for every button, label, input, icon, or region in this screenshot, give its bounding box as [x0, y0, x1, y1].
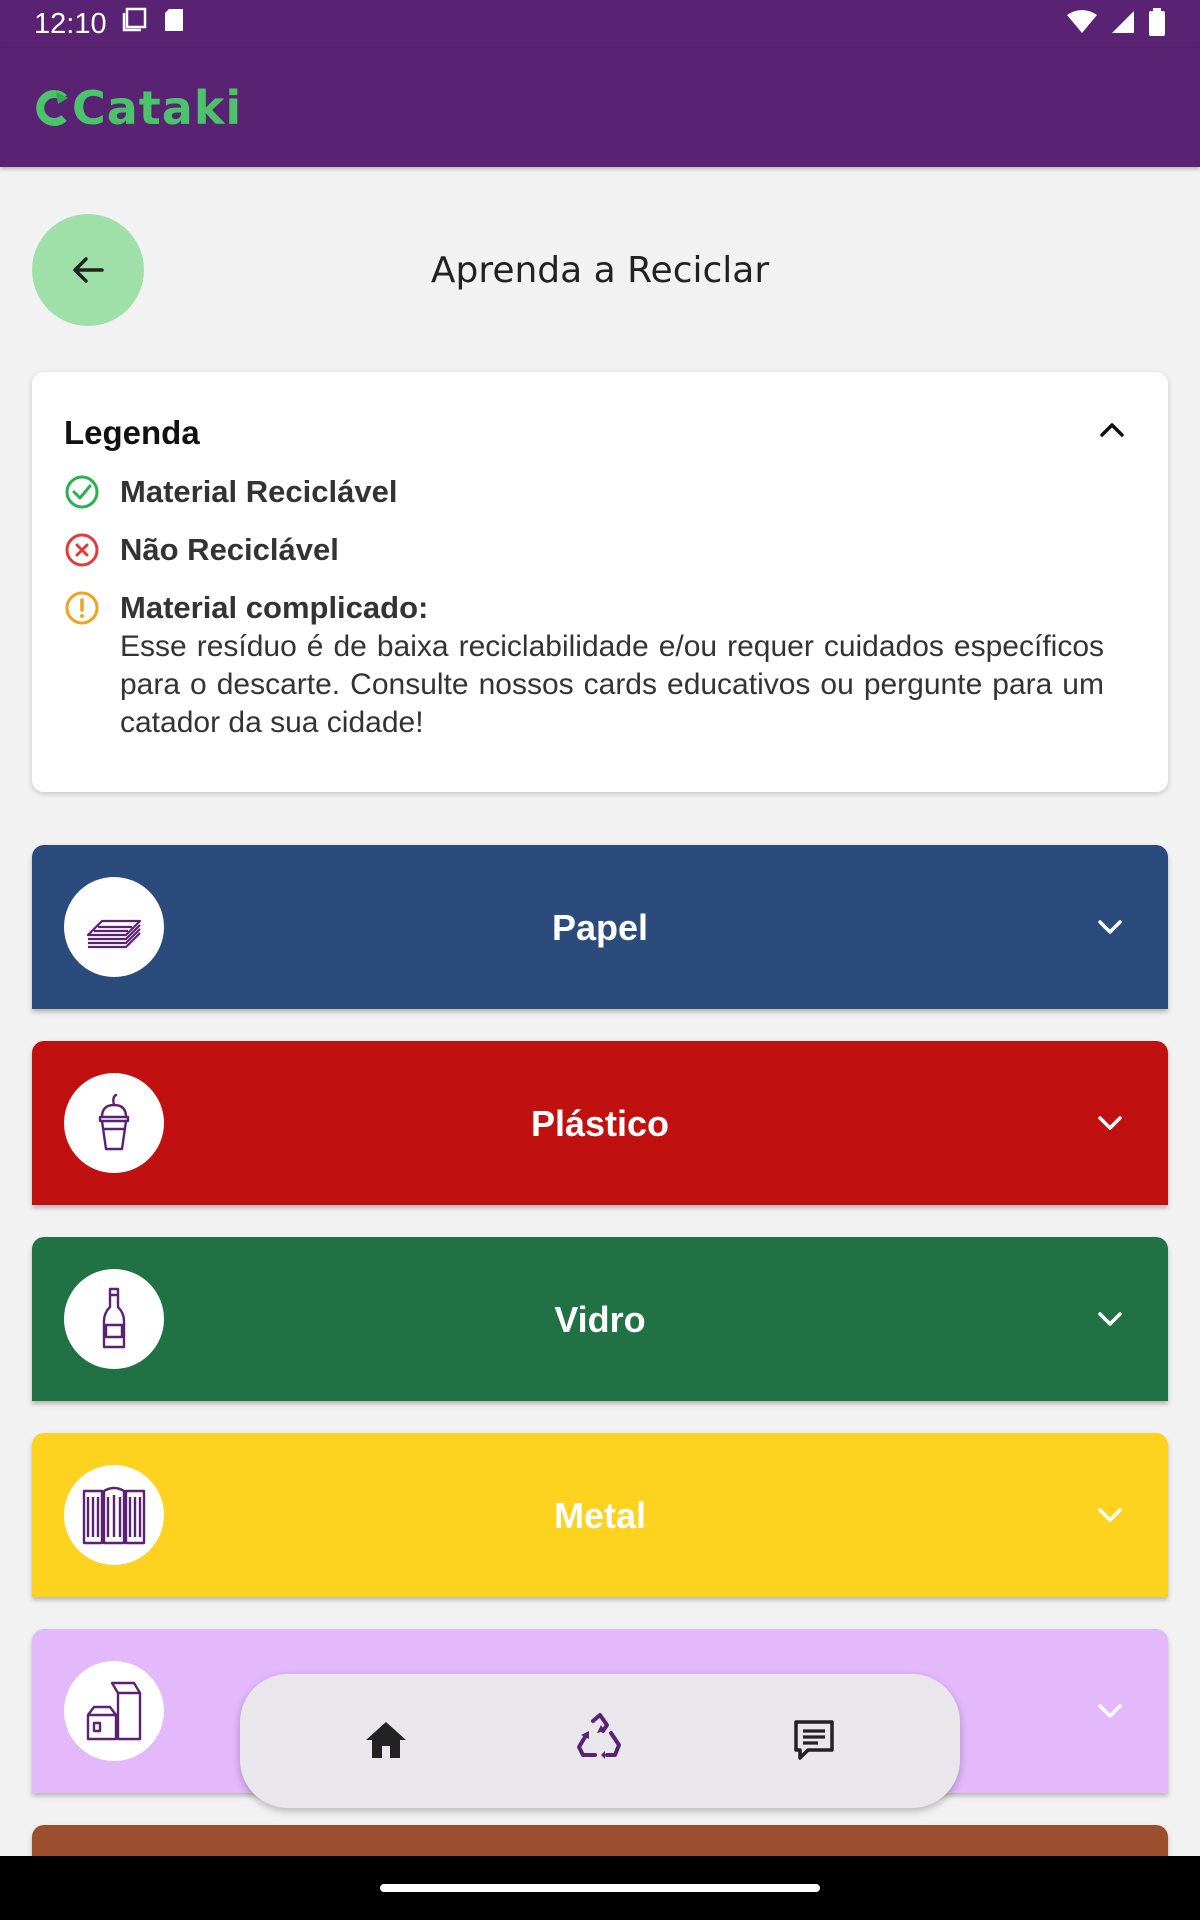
category-label: Metal [553, 1495, 647, 1536]
legend-label: Material Reciclável [120, 474, 398, 509]
legend-item-recyclable: Material Reciclável [64, 474, 397, 510]
signal-icon [1110, 9, 1136, 40]
chevron-down-icon [1098, 1508, 1122, 1522]
app-logo-text: Cataki [72, 80, 243, 135]
recycle-icon [577, 1713, 621, 1759]
chevron-down-icon [1098, 1116, 1122, 1130]
chat-icon [794, 1720, 834, 1760]
chevron-down-icon [1098, 1312, 1122, 1326]
system-navigation-bar [0, 1856, 1200, 1920]
category-vidro[interactable]: Vidro [32, 1237, 1168, 1401]
legend-item-complicated: Material complicado: [64, 590, 428, 626]
legend-card: Legenda Material Reciclável Não Recicláv… [32, 372, 1168, 792]
category-papel[interactable]: Papel [32, 845, 1168, 1009]
category-metal[interactable]: Metal [32, 1433, 1168, 1597]
bottom-navigation [240, 1674, 960, 1808]
nav-recycle-button[interactable] [570, 1710, 630, 1770]
chevron-up-icon [1100, 423, 1124, 437]
wifi-icon [1066, 9, 1098, 40]
home-icon [366, 1722, 406, 1758]
legend-label: Não Reciclável [120, 532, 339, 567]
app-bar: Cataki [0, 48, 1200, 167]
alert-circle-icon [65, 591, 99, 625]
chevron-down-icon [1098, 920, 1122, 934]
nav-chat-button[interactable] [784, 1710, 844, 1770]
legend-title: Legenda [64, 414, 200, 451]
legend-description: Esse resíduo é de baixa reciclabilidade … [120, 630, 1104, 739]
legend-label: Material complicado: [120, 590, 429, 625]
category-label: Plástico [530, 1103, 670, 1144]
home-gesture-handle[interactable] [380, 1884, 820, 1892]
legend-item-not-recyclable: Não Reciclável [64, 532, 339, 568]
status-time: 12:10 [34, 7, 107, 40]
app-logo: Cataki [34, 81, 242, 135]
x-circle-icon [65, 533, 99, 567]
category-plastico[interactable]: Plástico [32, 1041, 1168, 1205]
status-bar: 12:10 [0, 0, 1200, 48]
sd-card-icon [163, 7, 185, 41]
legend-collapse-button[interactable] [1092, 410, 1132, 450]
nav-home-button[interactable] [356, 1710, 416, 1770]
category-label: Vidro [554, 1299, 646, 1340]
page-header: Aprenda a Reciclar [0, 210, 1200, 330]
page-title: Aprenda a Reciclar [430, 250, 770, 291]
screen-icon [121, 7, 149, 41]
cataki-logo-icon [36, 89, 68, 126]
category-label: Papel [551, 907, 649, 948]
check-circle-icon [65, 475, 99, 509]
battery-icon [1148, 7, 1166, 41]
chevron-down-icon [1098, 1704, 1122, 1718]
